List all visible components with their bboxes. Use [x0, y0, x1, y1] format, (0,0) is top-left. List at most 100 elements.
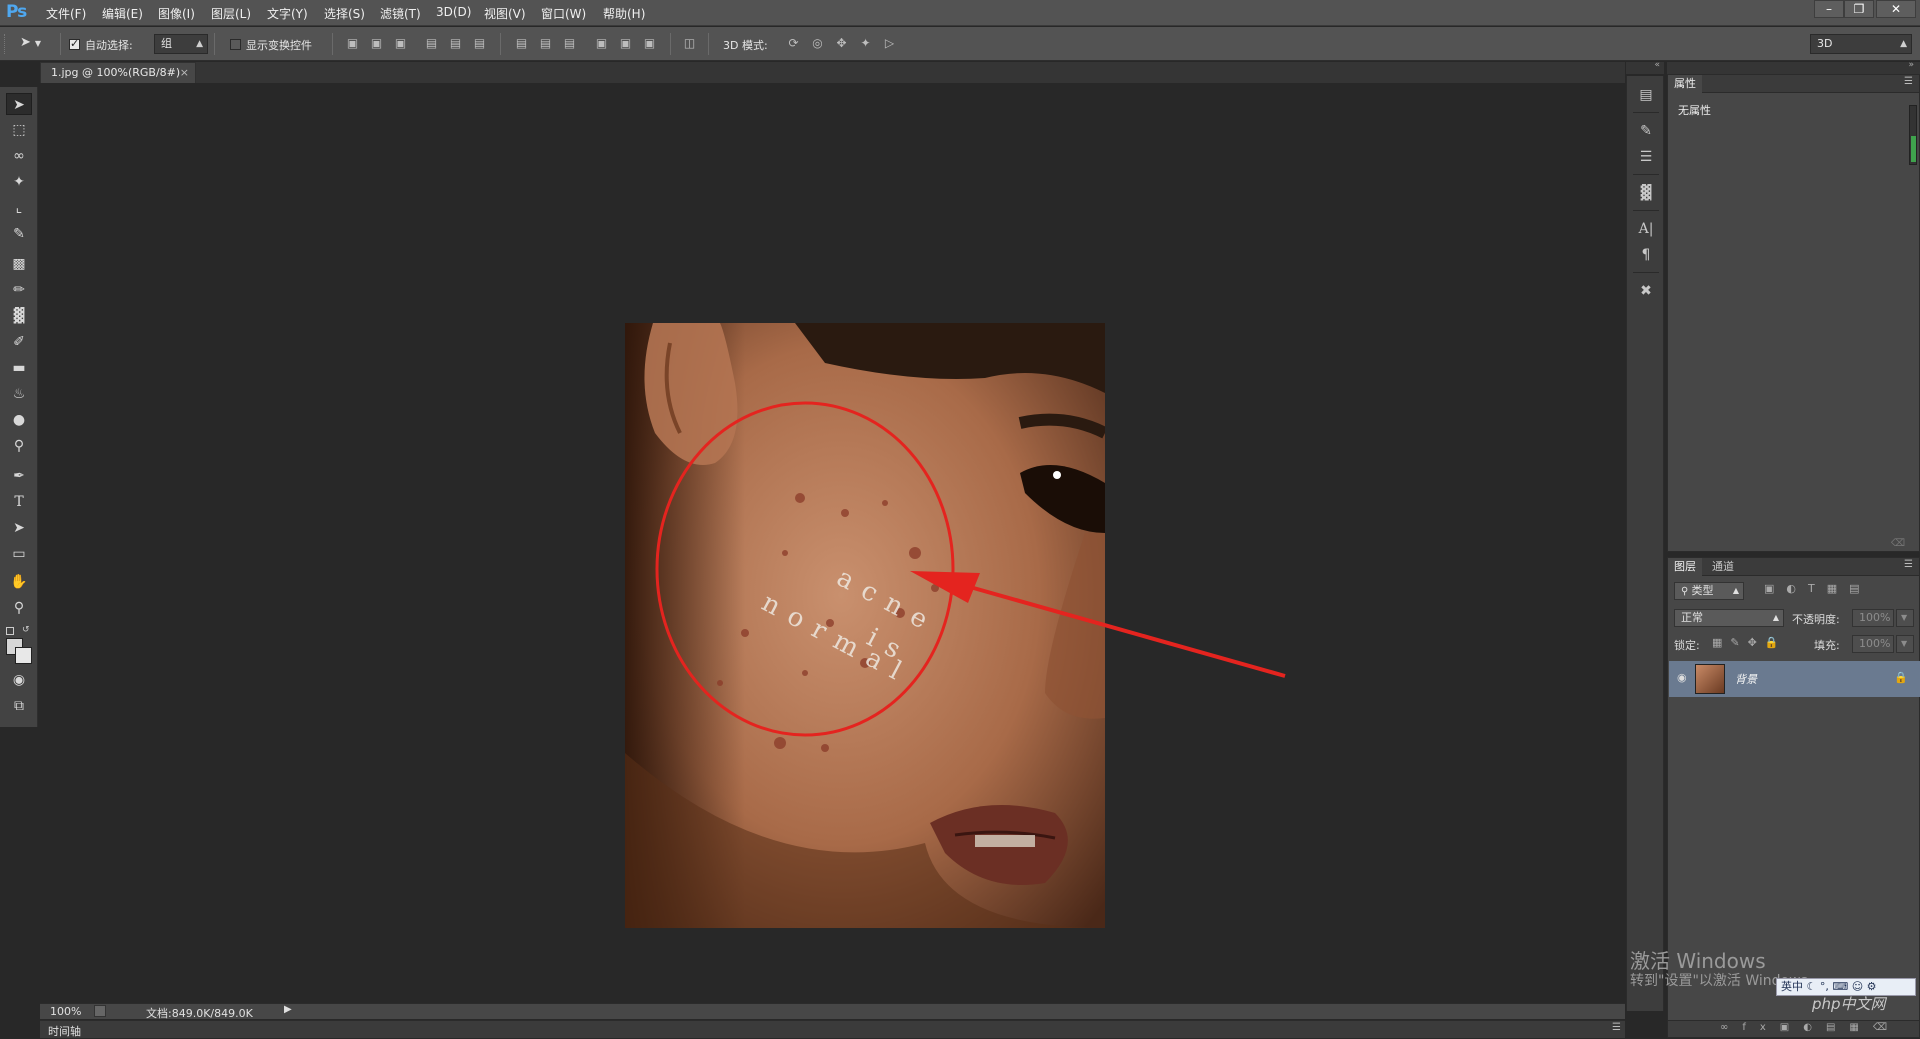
close-window-button[interactable]: ✕	[1876, 0, 1916, 18]
canvas-area[interactable]: acne is normal	[40, 83, 1625, 1003]
show-transform-checkbox[interactable]	[230, 39, 241, 50]
close-tab-icon[interactable]: ×	[180, 63, 189, 82]
zoom-level[interactable]: 100%	[50, 1005, 81, 1018]
distribute-hcenter-icon[interactable]: ▣	[618, 36, 633, 51]
auto-select-dropdown[interactable]: 组 ▲	[154, 34, 208, 54]
3d-roll-icon[interactable]: ◎	[810, 36, 825, 51]
align-right-icon[interactable]: ▤	[472, 36, 487, 51]
paragraph-icon[interactable]: ¶	[1635, 244, 1657, 266]
distribute-vcenter-icon[interactable]: ▤	[538, 36, 553, 51]
tab-channels[interactable]: 通道	[1706, 558, 1740, 576]
dodge-tool-icon[interactable]: ⚲	[6, 435, 32, 457]
distribute-bottom-icon[interactable]: ▤	[562, 36, 577, 51]
workspace-dropdown[interactable]: 3D ▲	[1810, 34, 1912, 54]
marquee-tool-icon[interactable]: ⬚	[6, 119, 32, 141]
fill-input[interactable]: 100%	[1852, 635, 1894, 653]
align-hcenter-icon[interactable]: ▤	[448, 36, 463, 51]
tab-layers[interactable]: 图层	[1668, 558, 1702, 576]
align-bottom-icon[interactable]: ▣	[393, 36, 408, 51]
menu-item-10[interactable]: 帮助(H)	[603, 5, 645, 22]
menu-item-4[interactable]: 文字(Y)	[267, 5, 308, 22]
menu-item-2[interactable]: 图像(I)	[158, 5, 195, 22]
align-top-icon[interactable]: ▣	[345, 36, 360, 51]
trash-icon[interactable]: ⌫	[1891, 538, 1905, 549]
background-color-swatch[interactable]	[15, 647, 32, 664]
adjustments-icon[interactable]: ☰	[1635, 146, 1657, 168]
tab-properties[interactable]: 属性	[1668, 75, 1702, 93]
strip-collapse-bar[interactable]: «	[1626, 60, 1664, 74]
3d-slide-icon[interactable]: ✦	[858, 36, 873, 51]
status-icon[interactable]	[94, 1005, 106, 1017]
eyedropper-tool-icon[interactable]: ✎	[6, 223, 32, 245]
pen-tool-icon[interactable]: ✒	[6, 465, 32, 487]
character-icon[interactable]: A|	[1635, 218, 1657, 240]
magic-wand-tool-icon[interactable]: ✦	[6, 171, 32, 193]
history-icon[interactable]: ▤	[1635, 84, 1657, 106]
brush-presets-icon[interactable]: ✎	[1635, 120, 1657, 142]
opacity-input[interactable]: 100%	[1852, 609, 1894, 627]
menu-item-7[interactable]: 3D(D)	[436, 5, 471, 19]
eraser-tool-icon[interactable]: ▬	[6, 357, 32, 379]
tools-icon[interactable]: ✖	[1635, 280, 1657, 302]
layer-action-icons[interactable]: ∞fx▣◐▤▦⌫	[1720, 1022, 1901, 1033]
status-arrow-icon[interactable]: ▶	[284, 1004, 292, 1015]
timeline-menu-icon[interactable]: ☰	[1612, 1022, 1621, 1033]
panel-dock-collapse[interactable]: »	[1667, 60, 1920, 74]
annotation-overlay	[655, 401, 1286, 737]
layer-filter-dropdown[interactable]: ⚲ 类型 ▲	[1674, 582, 1744, 600]
minimize-button[interactable]: –	[1814, 0, 1844, 18]
panel-menu-icon[interactable]: ☰	[1904, 559, 1913, 570]
properties-scrollbar[interactable]	[1909, 105, 1917, 165]
menu-item-0[interactable]: 文件(F)	[46, 5, 86, 22]
menu-item-1[interactable]: 编辑(E)	[102, 5, 143, 22]
healing-brush-tool-icon[interactable]: ▩	[6, 253, 32, 275]
move-tool-icon[interactable]: ➤	[6, 93, 32, 115]
3d-scale-icon[interactable]: ▷	[882, 36, 897, 51]
clone-stamp-tool-icon[interactable]: ▓	[6, 305, 32, 327]
swap-colors-icon[interactable]: ↺	[22, 625, 30, 635]
menu-item-3[interactable]: 图层(L)	[211, 5, 251, 22]
layer-row[interactable]: ◉ 背景 🔒	[1669, 661, 1920, 697]
blur-tool-icon[interactable]: ●	[6, 409, 32, 431]
opacity-arrow[interactable]: ▼	[1896, 609, 1914, 627]
blend-mode-dropdown[interactable]: 正常 ▲	[1674, 609, 1784, 627]
zoom-tool-icon[interactable]: ⚲	[6, 597, 32, 619]
menu-item-5[interactable]: 选择(S)	[324, 5, 365, 22]
history-brush-tool-icon[interactable]: ✐	[6, 331, 32, 353]
distribute-left-icon[interactable]: ▣	[594, 36, 609, 51]
quick-mask-icon[interactable]: ◉	[6, 669, 32, 691]
move-tool-preset[interactable]: ➤ ▼	[20, 35, 54, 53]
paint-bucket-tool-icon[interactable]: ♨	[6, 383, 32, 405]
align-left-icon[interactable]: ▤	[424, 36, 439, 51]
visibility-eye-icon[interactable]: ◉	[1677, 671, 1687, 684]
timeline-label[interactable]: 时间轴	[48, 1023, 81, 1039]
hand-tool-icon[interactable]: ✋	[6, 571, 32, 593]
brush-tool-icon[interactable]: ✏	[6, 279, 32, 301]
screen-mode-icon[interactable]: ⧉	[6, 695, 32, 717]
3d-pan-icon[interactable]: ✥	[834, 36, 849, 51]
lock-icons[interactable]: ▦✎✥🔒	[1712, 636, 1787, 649]
menu-item-6[interactable]: 滤镜(T)	[380, 5, 421, 22]
3d-rotate-icon[interactable]: ⟳	[786, 36, 801, 51]
restore-button[interactable]: ❐	[1844, 0, 1874, 18]
document-tab[interactable]: 1.jpg @ 100%(RGB/8#) ×	[40, 62, 196, 83]
default-colors-icon[interactable]	[6, 627, 14, 635]
panel-menu-icon[interactable]: ☰	[1904, 76, 1913, 87]
distribute-top-icon[interactable]: ▤	[514, 36, 529, 51]
layer-name[interactable]: 背景	[1735, 671, 1757, 687]
auto-select-checkbox[interactable]: ✓	[69, 37, 80, 50]
menu-item-8[interactable]: 视图(V)	[484, 5, 526, 22]
menu-item-9[interactable]: 窗口(W)	[541, 5, 586, 22]
lasso-tool-icon[interactable]: ∞	[6, 145, 32, 167]
clone-source-icon[interactable]: ▓	[1635, 182, 1657, 204]
type-tool-icon[interactable]: T	[6, 491, 32, 513]
path-selection-tool-icon[interactable]: ➤	[6, 517, 32, 539]
align-vcenter-icon[interactable]: ▣	[369, 36, 384, 51]
rectangle-tool-icon[interactable]: ▭	[6, 543, 32, 565]
distribute-right-icon[interactable]: ▣	[642, 36, 657, 51]
auto-align-icon[interactable]: ◫	[682, 36, 697, 51]
crop-tool-icon[interactable]: ⌞	[6, 197, 32, 219]
separator	[708, 33, 709, 55]
layer-filter-icons[interactable]: ▣◐T▦▤	[1764, 582, 1872, 595]
fill-arrow[interactable]: ▼	[1896, 635, 1914, 653]
